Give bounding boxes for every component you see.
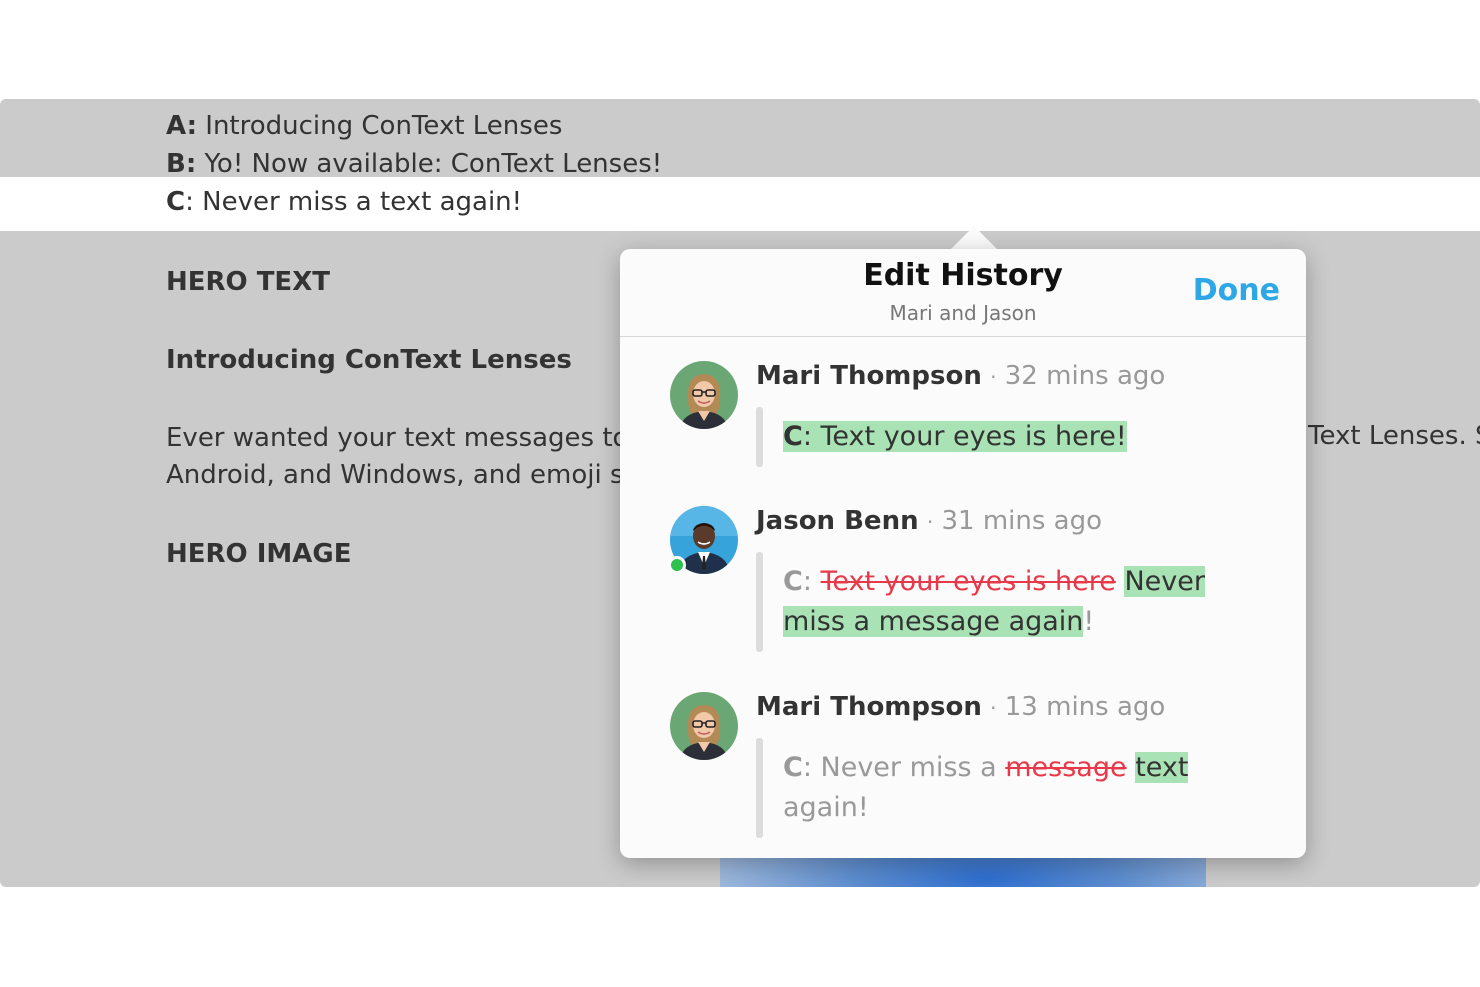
change-text: C: Text your eyes is here Never miss a me… — [783, 562, 1223, 642]
change-text: C: Text your eyes is here! — [783, 417, 1223, 457]
option-b[interactable]: B: Yo! Now available: ConText Lenses! — [166, 149, 662, 179]
added-text: Text your eyes is here! — [820, 421, 1127, 452]
online-status-icon — [668, 556, 686, 574]
author-line: Mari Thompson · 32 mins ago — [756, 361, 1165, 391]
colon: : — [802, 421, 821, 452]
added-text: Never — [1124, 566, 1205, 597]
author-line: Mari Thompson · 13 mins ago — [756, 692, 1165, 722]
timestamp: 13 mins ago — [1004, 692, 1166, 722]
author-name: Mari Thompson — [756, 692, 982, 722]
option-c-text: : Never miss a text again! — [185, 187, 523, 217]
avatar[interactable] — [670, 692, 738, 760]
separator: · — [926, 510, 934, 534]
unchanged-text: : Never miss a — [802, 752, 1006, 783]
option-letter: C — [783, 566, 803, 597]
option-a-letter: A: — [166, 111, 198, 141]
author-line: Jason Benn · 31 mins ago — [756, 506, 1102, 536]
option-b-letter: B: — [166, 149, 197, 179]
avatar-woman-icon — [670, 361, 738, 429]
timestamp: 32 mins ago — [1004, 361, 1166, 391]
quote-bar — [756, 552, 763, 652]
deleted-text: message — [1005, 752, 1127, 783]
unchanged-text: ! — [1083, 606, 1095, 637]
done-button[interactable]: Done — [1193, 273, 1280, 308]
body-text-line-2: Android, and Windows, and emoji s — [166, 460, 624, 490]
option-letter: C — [783, 421, 803, 452]
option-a-text: Introducing ConText Lenses — [197, 111, 563, 141]
avatar-woman-icon — [670, 692, 738, 760]
quote-bar — [756, 738, 763, 838]
author-name: Jason Benn — [756, 506, 919, 536]
option-letter: C — [783, 752, 803, 783]
popover-header: Edit History Mari and Jason Done — [620, 249, 1306, 337]
separator: · — [990, 365, 997, 389]
option-c-letter: C — [166, 187, 186, 217]
deleted-text: Text your eyes is here — [820, 566, 1116, 597]
popover-caret — [950, 226, 998, 250]
edit-history-popover: Edit History Mari and Jason Done Mari Th… — [620, 249, 1306, 858]
author-name: Mari Thompson — [756, 361, 982, 391]
separator: · — [990, 696, 997, 720]
option-a[interactable]: A: Introducing ConText Lenses — [166, 111, 562, 141]
added-text: miss a message again — [783, 606, 1084, 637]
avatar[interactable] — [670, 361, 738, 429]
change-text: C: Never miss a message text again! — [783, 748, 1223, 828]
body-text-line-1: Ever wanted your text messages to c — [166, 423, 652, 453]
added-text: text — [1135, 752, 1189, 783]
quote-bar — [756, 407, 763, 467]
hero-text-value: Introducing ConText Lenses — [166, 345, 572, 375]
option-c[interactable]: C: Never miss a text again! — [166, 187, 522, 217]
option-b-text: Yo! Now available: ConText Lenses! — [196, 149, 663, 179]
body-text-right-fragment: Text Lenses. S — [1308, 421, 1480, 451]
colon: : — [802, 566, 821, 597]
hero-text-heading: HERO TEXT — [166, 267, 330, 297]
hero-image-heading: HERO IMAGE — [166, 539, 352, 569]
timestamp: 31 mins ago — [941, 506, 1103, 536]
unchanged-text: again! — [783, 792, 869, 823]
